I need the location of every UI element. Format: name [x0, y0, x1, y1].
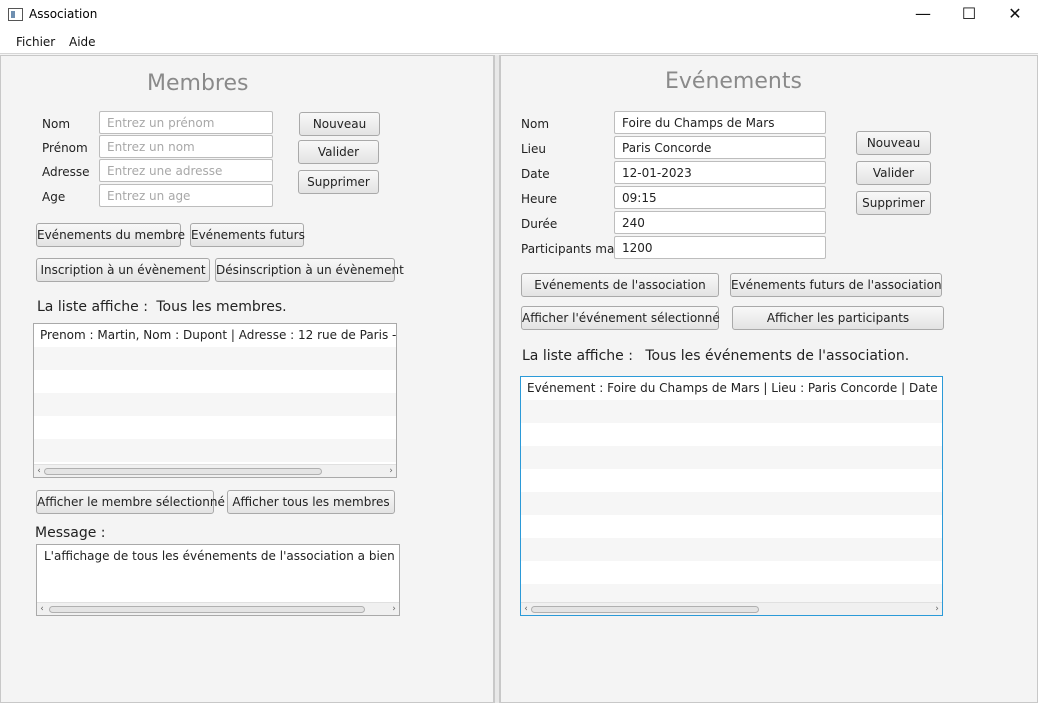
evenement-valider-button[interactable]: Valider	[856, 161, 931, 185]
scroll-right-icon[interactable]: ›	[932, 603, 942, 615]
evenements-list-scrollbar[interactable]: ‹ ›	[521, 602, 942, 615]
list-item	[521, 561, 942, 584]
membre-supprimer-button[interactable]: Supprimer	[298, 170, 379, 194]
membres-list-caption-value: Tous les membres.	[156, 299, 287, 315]
scroll-left-icon[interactable]: ‹	[521, 603, 531, 615]
membres-list-caption-prefix: La liste affiche :	[37, 299, 148, 315]
evenement-heure-input[interactable]	[614, 186, 826, 209]
afficher-membre-selectionne-button[interactable]: Afficher le membre sélectionné	[36, 490, 225, 514]
afficher-participants-button[interactable]: Afficher les participants	[732, 306, 944, 330]
list-item	[34, 416, 396, 439]
evenement-participants-max-label: Participants max	[521, 242, 622, 256]
menu-fichier[interactable]: Fichier	[16, 35, 55, 49]
message-text: L'affichage de tous les événements de l'…	[44, 549, 399, 563]
evenement-heure-label: Heure	[521, 192, 558, 206]
membres-list[interactable]: Prenom : Martin, Nom : Dupont | Adresse …	[33, 323, 397, 478]
membre-nouveau-button[interactable]: Nouveau	[299, 112, 380, 136]
evenements-heading: Evénements	[665, 69, 802, 94]
list-item	[521, 515, 942, 538]
evenements-futurs-button[interactable]: Evénements futurs	[190, 223, 305, 247]
minimize-button[interactable]: —	[900, 0, 946, 30]
list-item[interactable]: Prenom : Martin, Nom : Dupont | Adresse …	[34, 324, 396, 347]
evenements-list-caption-prefix: La liste affiche :	[522, 348, 633, 364]
membre-age-label: Age	[42, 190, 66, 204]
inscription-evenement-button[interactable]: Inscription à un évènement	[36, 258, 210, 282]
scroll-thumb[interactable]	[44, 468, 322, 475]
evenement-duree-input[interactable]	[614, 211, 826, 234]
membres-list-caption: La liste affiche : Tous les membres.	[37, 299, 287, 315]
evenements-futurs-association-button[interactable]: Evénements futurs de l'association	[730, 273, 942, 297]
evenement-participants-max-input[interactable]	[614, 236, 826, 259]
title-bar: Association — ☐ ✕	[0, 0, 1038, 30]
evenement-lieu-label: Lieu	[521, 142, 547, 156]
list-item	[521, 423, 942, 446]
list-item	[34, 439, 396, 462]
membres-list-scrollbar[interactable]: ‹ ›	[34, 464, 396, 477]
scroll-thumb[interactable]	[531, 606, 759, 613]
message-label: Message :	[35, 525, 106, 541]
list-item	[34, 393, 396, 416]
list-item	[521, 469, 942, 492]
membre-prenom-label: Prénom	[42, 141, 88, 155]
scroll-right-icon[interactable]: ›	[386, 465, 396, 477]
message-textarea[interactable]: L'affichage de tous les événements de l'…	[36, 544, 400, 616]
list-item	[521, 492, 942, 515]
membre-adresse-input[interactable]	[99, 159, 273, 182]
membre-nom-label: Nom	[42, 117, 71, 131]
membres-heading: Membres	[147, 71, 249, 96]
list-item	[34, 370, 396, 393]
evenement-date-label: Date	[521, 167, 550, 181]
window-title: Association	[29, 7, 98, 21]
membre-prenom-input[interactable]	[99, 135, 273, 158]
afficher-evenement-selectionne-button[interactable]: Afficher l'événement sélectionné	[521, 306, 720, 330]
scroll-thumb[interactable]	[49, 606, 365, 613]
membres-panel: Membres Nom Prénom Adresse Age Nouveau V…	[0, 55, 494, 703]
list-item	[34, 347, 396, 370]
evenement-lieu-input[interactable]	[614, 136, 826, 159]
evenements-association-button[interactable]: Evénements de l'association	[521, 273, 719, 297]
list-item	[521, 538, 942, 561]
membre-valider-button[interactable]: Valider	[298, 140, 379, 164]
evenement-date-input[interactable]	[614, 161, 826, 184]
maximize-button[interactable]: ☐	[946, 0, 992, 30]
desinscription-evenement-button[interactable]: Désinscription à un évènement	[215, 258, 404, 282]
scroll-left-icon[interactable]: ‹	[37, 603, 47, 615]
evenements-panel: Evénements Nom Lieu Date Heure Durée Par…	[500, 55, 1038, 703]
list-item	[521, 400, 942, 423]
evenements-list[interactable]: Evénement : Foire du Champs de Mars | Li…	[520, 376, 943, 616]
menu-aide[interactable]: Aide	[69, 35, 96, 49]
evenements-list-caption-value: Tous les événements de l'association.	[645, 348, 910, 364]
membre-nom-input[interactable]	[99, 111, 273, 134]
membre-adresse-label: Adresse	[42, 165, 90, 179]
afficher-tous-membres-button[interactable]: Afficher tous les membres	[227, 490, 395, 514]
evenements-list-caption: La liste affiche : Tous les événements d…	[522, 348, 909, 364]
list-item[interactable]: Evénement : Foire du Champs de Mars | Li…	[521, 377, 942, 400]
close-button[interactable]: ✕	[992, 0, 1038, 30]
list-item	[521, 446, 942, 469]
evenement-duree-label: Durée	[521, 217, 558, 231]
evenement-supprimer-button[interactable]: Supprimer	[856, 191, 931, 215]
membre-age-input[interactable]	[99, 184, 273, 207]
app-icon	[8, 8, 23, 21]
message-scrollbar[interactable]: ‹ ›	[37, 602, 399, 615]
evenement-nom-label: Nom	[521, 117, 550, 131]
scroll-right-icon[interactable]: ›	[389, 603, 399, 615]
evenements-du-membre-button[interactable]: Evénements du membre	[36, 223, 185, 247]
scroll-left-icon[interactable]: ‹	[34, 465, 44, 477]
evenement-nouveau-button[interactable]: Nouveau	[856, 131, 931, 155]
evenement-nom-input[interactable]	[614, 111, 826, 134]
menu-bar: Fichier Aide	[0, 30, 1038, 54]
